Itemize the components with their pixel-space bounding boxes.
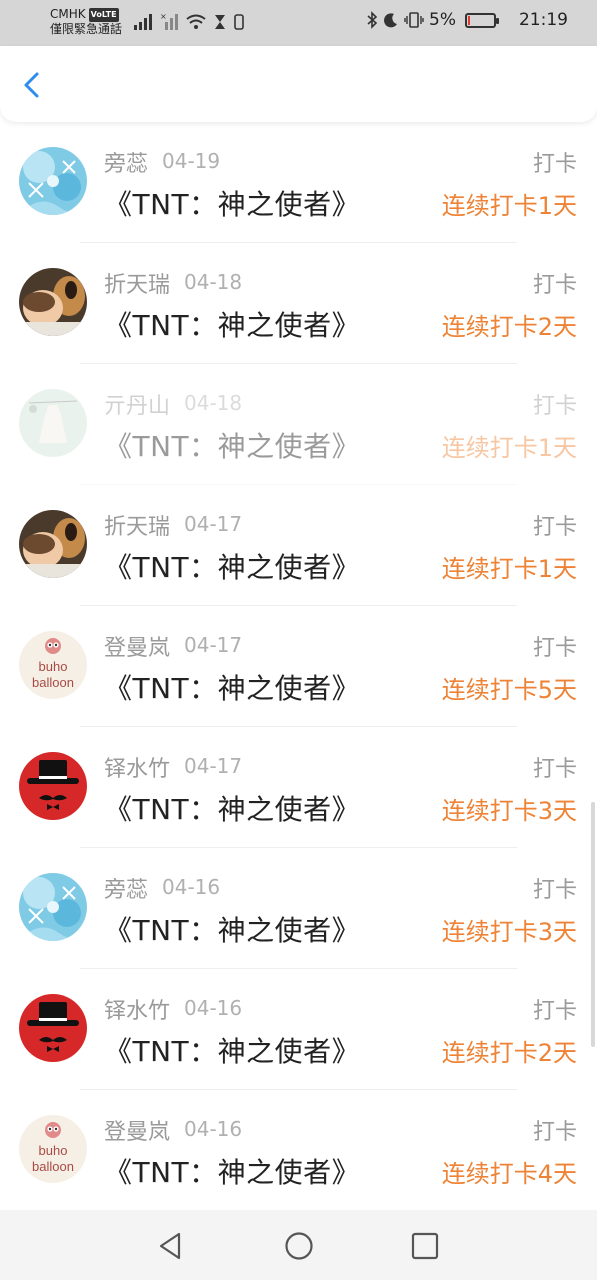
book-title[interactable]: 《TNT：神之使者》 <box>104 1151 360 1191</box>
checkin-date: 04-19 <box>162 149 221 173</box>
emergency-only-label: 僅限緊急通話 <box>50 22 123 36</box>
snowflake-avatar[interactable] <box>19 873 87 941</box>
streak-label: 连续打卡1天 <box>441 192 577 220</box>
clock: 21:19 <box>518 10 568 30</box>
hourglass-icon <box>215 15 225 29</box>
checkin-row[interactable]: 铎水竹 04-16 打卡 《TNT：神之使者》 连续打卡2天 <box>0 969 597 1090</box>
action-label: 打卡 <box>532 515 577 540</box>
status-bar: CMHK VoLTE 僅限緊急通話 × 5% 21:19 <box>0 0 597 46</box>
user-name[interactable]: 登曼岚 <box>104 1114 170 1146</box>
streak-label: 连续打卡1天 <box>441 434 577 462</box>
book-title[interactable]: 《TNT：神之使者》 <box>104 183 360 223</box>
system-icons: 5% 21:19 <box>366 10 568 30</box>
bluetooth-icon <box>367 11 378 29</box>
back-button[interactable] <box>16 68 50 102</box>
signal-no-service-icon: × <box>160 12 178 30</box>
streak-label: 连续打卡5天 <box>441 676 577 704</box>
carrier-name: CMHK <box>50 7 86 21</box>
volte-badge: VoLTE <box>88 8 119 22</box>
book-title[interactable]: 《TNT：神之使者》 <box>104 667 360 707</box>
signal-icon <box>134 14 152 30</box>
checkin-date: 04-17 <box>184 754 243 778</box>
user-name[interactable]: 旁蕊 <box>104 146 148 178</box>
user-name[interactable]: 折天瑞 <box>104 267 170 299</box>
checkin-date: 04-16 <box>184 1117 243 1141</box>
baby-dog-avatar[interactable] <box>19 510 87 578</box>
carrier-info: CMHK VoLTE 僅限緊急通話 <box>50 7 122 36</box>
battery-level-fill <box>467 15 470 25</box>
checkin-date: 04-16 <box>162 875 221 899</box>
moon-icon <box>384 13 397 28</box>
action-label: 打卡 <box>532 757 577 782</box>
snowflake-avatar[interactable] <box>19 147 87 215</box>
checkin-row[interactable]: 折天瑞 04-17 打卡 《TNT：神之使者》 连续打卡1天 <box>0 485 597 606</box>
action-label: 打卡 <box>532 636 577 661</box>
battery-icon <box>464 12 499 28</box>
hat-mustache-avatar[interactable] <box>19 752 87 820</box>
user-name[interactable]: 亓丹山 <box>104 388 170 420</box>
dress-avatar[interactable] <box>19 389 87 457</box>
user-name[interactable]: 登曼岚 <box>104 630 170 662</box>
book-title[interactable]: 《TNT：神之使者》 <box>104 909 360 949</box>
action-label: 打卡 <box>532 1120 577 1145</box>
phone-device-icon <box>234 14 244 30</box>
checkin-list: 旁蕊 04-19 打卡 《TNT：神之使者》 连续打卡1天 折天瑞 04-18 … <box>0 122 597 1210</box>
book-title[interactable]: 《TNT：神之使者》 <box>104 546 360 586</box>
book-title[interactable]: 《TNT：神之使者》 <box>104 1030 360 1070</box>
streak-label: 连续打卡2天 <box>441 313 577 341</box>
svg-text:balloon: balloon <box>32 675 74 690</box>
book-title[interactable]: 《TNT：神之使者》 <box>104 788 360 828</box>
action-label: 打卡 <box>532 152 577 177</box>
streak-label: 连续打卡4天 <box>441 1160 577 1188</box>
streak-label: 连续打卡3天 <box>441 918 577 946</box>
owl-balloon-avatar[interactable]: buho balloon <box>19 631 87 699</box>
nav-recents-button[interactable] <box>409 1230 441 1262</box>
book-title[interactable]: 《TNT：神之使者》 <box>104 425 360 465</box>
nav-home-button[interactable] <box>283 1230 315 1262</box>
svg-text:×: × <box>160 12 167 21</box>
svg-text:buho: buho <box>39 659 68 674</box>
checkin-row[interactable]: 旁蕊 04-16 打卡 《TNT：神之使者》 连续打卡3天 <box>0 848 597 969</box>
circle-home-icon <box>285 1232 313 1260</box>
checkin-row[interactable]: 旁蕊 04-19 打卡 《TNT：神之使者》 连续打卡1天 <box>0 122 597 243</box>
battery-percent: 5% <box>429 10 456 30</box>
nav-back-button[interactable] <box>155 1230 187 1262</box>
owl-balloon-avatar[interactable]: buho balloon <box>19 1115 87 1183</box>
baby-dog-avatar[interactable] <box>19 268 87 336</box>
streak-label: 连续打卡2天 <box>441 1039 577 1067</box>
checkin-date: 04-16 <box>184 996 243 1020</box>
chevron-left-icon <box>24 72 39 98</box>
checkin-date: 04-17 <box>184 512 243 536</box>
wifi-icon <box>186 14 206 29</box>
scrollbar[interactable] <box>591 802 595 1047</box>
book-title[interactable]: 《TNT：神之使者》 <box>104 304 360 344</box>
checkin-row[interactable]: buho balloon 登曼岚 04-17 打卡 《TNT：神之使者》 连续打卡… <box>0 606 597 727</box>
network-icons: × <box>134 12 244 30</box>
action-label: 打卡 <box>532 273 577 298</box>
checkin-row[interactable]: 铎水竹 04-17 打卡 《TNT：神之使者》 连续打卡3天 <box>0 727 597 848</box>
action-label: 打卡 <box>532 878 577 903</box>
square-recents-icon <box>411 1232 439 1260</box>
action-label: 打卡 <box>532 999 577 1024</box>
checkin-date: 04-18 <box>184 270 243 294</box>
checkin-row[interactable]: 折天瑞 04-18 打卡 《TNT：神之使者》 连续打卡2天 <box>0 243 597 364</box>
top-app-bar <box>0 46 597 122</box>
checkin-row[interactable]: buho balloon 登曼岚 04-16 打卡 《TNT：神之使者》 连续打卡… <box>0 1090 597 1210</box>
user-name[interactable]: 铎水竹 <box>104 993 170 1025</box>
hat-mustache-avatar[interactable] <box>19 994 87 1062</box>
checkin-date: 04-17 <box>184 633 243 657</box>
svg-text:balloon: balloon <box>32 1159 74 1174</box>
streak-label: 连续打卡3天 <box>441 797 577 825</box>
checkin-date: 04-18 <box>184 391 243 415</box>
system-nav-bar <box>0 1210 597 1280</box>
svg-text:buho: buho <box>39 1143 68 1158</box>
vibrate-icon <box>404 12 424 28</box>
user-name[interactable]: 旁蕊 <box>104 872 148 904</box>
checkin-row[interactable]: 亓丹山 04-18 打卡 《TNT：神之使者》 连续打卡1天 <box>0 364 597 485</box>
streak-label: 连续打卡1天 <box>441 555 577 583</box>
user-name[interactable]: 铎水竹 <box>104 751 170 783</box>
triangle-back-icon <box>159 1232 181 1260</box>
action-label: 打卡 <box>532 394 577 419</box>
user-name[interactable]: 折天瑞 <box>104 509 170 541</box>
